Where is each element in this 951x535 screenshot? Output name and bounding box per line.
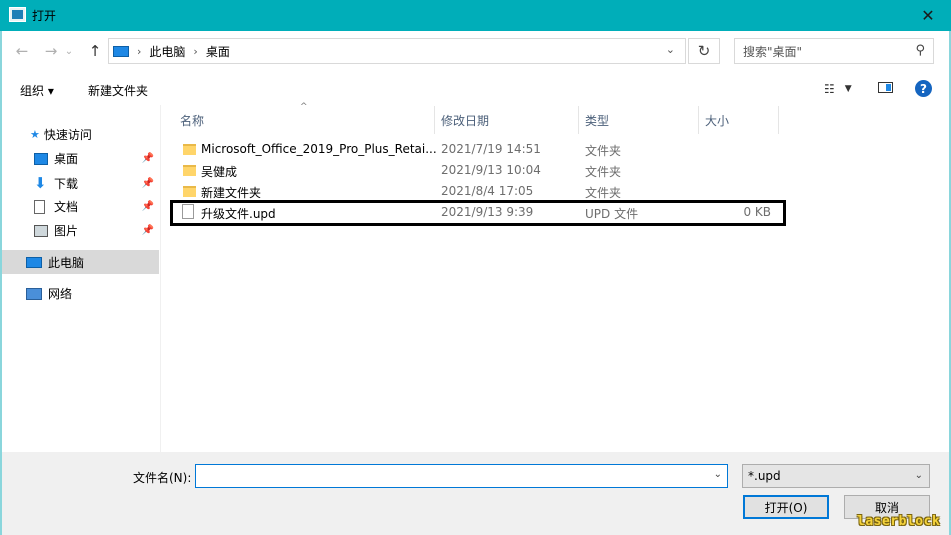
chevron-down-icon: ▼	[844, 84, 852, 94]
sidebar-item-documents[interactable]: 文档 📌	[34, 198, 158, 215]
pin-icon[interactable]: 📌	[142, 178, 154, 189]
file-name: 吴健成	[201, 165, 238, 179]
breadcrumb-this-pc[interactable]: 此电脑	[149, 43, 185, 60]
filetype-value: *.upd	[748, 469, 781, 483]
breadcrumb-desktop[interactable]: 桌面	[206, 43, 230, 60]
search-box[interactable]: ⚲	[734, 38, 934, 65]
organize-button[interactable]: 组织 ▾	[20, 82, 54, 99]
column-header-size[interactable]: 大小	[705, 112, 729, 129]
up-button[interactable]: ↑	[84, 40, 106, 62]
sort-ascending-icon: ^	[300, 102, 308, 112]
sidebar-item-label: 此电脑	[48, 255, 85, 270]
file-name: 新建文件夹	[201, 186, 262, 200]
arrow-right-icon: →	[44, 42, 58, 60]
file-type: 文件夹	[585, 165, 622, 179]
file-name: Microsoft_Office_2019_Pro_Plus_Retai...	[201, 142, 437, 156]
chevron-right-icon: ›	[137, 44, 142, 58]
chevron-down-icon: ⌄	[914, 470, 923, 481]
chevron-down-icon[interactable]: ⌄	[666, 43, 675, 56]
file-date: 2021/9/13 10:04	[441, 163, 541, 177]
folder-icon	[183, 144, 196, 155]
list-item[interactable]: 吴健成 2021/9/13 10:04 文件夹	[176, 160, 780, 181]
title-bar	[0, 0, 951, 31]
list-item[interactable]: Microsoft_Office_2019_Pro_Plus_Retai... …	[176, 139, 780, 160]
pin-icon[interactable]: 📌	[142, 153, 154, 164]
sidebar-item-label: 文档	[54, 200, 79, 214]
recent-locations-button[interactable]: ⌄	[62, 40, 76, 62]
search-input[interactable]	[735, 39, 915, 65]
address-bar[interactable]: › 此电脑 › 桌面 ⌄	[108, 38, 686, 64]
chevron-right-icon: ›	[193, 44, 198, 58]
watermark: laserblock	[857, 514, 941, 529]
help-icon: ?	[920, 81, 927, 96]
pane-divider	[160, 105, 161, 452]
sidebar-item-desktop[interactable]: 桌面 📌	[34, 150, 158, 167]
sidebar-item-this-pc[interactable]: 此电脑	[2, 250, 159, 274]
sidebar-item-pictures[interactable]: 图片 📌	[34, 222, 158, 239]
app-icon	[9, 7, 26, 22]
column-divider[interactable]	[434, 106, 435, 134]
picture-icon	[34, 224, 48, 237]
open-button[interactable]: 打开(O)	[743, 495, 829, 519]
list-item[interactable]: 新建文件夹 2021/8/4 17:05 文件夹	[176, 181, 780, 202]
desktop-icon	[34, 152, 48, 165]
sidebar-item-label: 网络	[48, 287, 73, 301]
sidebar-item-label: 下载	[54, 176, 79, 191]
download-icon: ⬇	[34, 174, 47, 192]
folder-icon	[183, 165, 196, 176]
annotation-highlight-box	[170, 200, 786, 226]
computer-icon	[113, 45, 129, 57]
chevron-down-icon[interactable]: ⌄	[714, 469, 722, 480]
file-type: 文件夹	[585, 144, 622, 158]
file-date: 2021/7/19 14:51	[441, 142, 541, 156]
navigation-pane: ★ 快速访问 桌面 📌 ⬇ 下载 📌 文档 📌 图片 📌 此电脑 网络	[2, 105, 160, 452]
star-icon: ★	[30, 128, 40, 141]
change-view-button[interactable]: ☷ ▼	[824, 80, 862, 98]
column-header-date[interactable]: 修改日期	[441, 112, 489, 129]
pin-icon[interactable]: 📌	[142, 225, 154, 236]
column-header-name[interactable]: 名称	[180, 112, 204, 129]
column-divider[interactable]	[578, 106, 579, 134]
document-icon	[34, 199, 45, 214]
preview-pane-button[interactable]	[878, 80, 896, 96]
column-divider[interactable]	[698, 106, 699, 134]
window-title: 打开	[32, 9, 57, 23]
folder-icon	[183, 186, 196, 197]
pin-icon[interactable]: 📌	[142, 201, 154, 212]
sidebar-item-network[interactable]: 网络	[26, 285, 72, 302]
search-icon[interactable]: ⚲	[915, 43, 925, 58]
forward-button[interactable]: →	[40, 40, 62, 62]
back-button[interactable]: ←	[11, 40, 33, 62]
sidebar-item-label: 快速访问	[43, 128, 92, 142]
file-date: 2021/8/4 17:05	[441, 184, 534, 198]
computer-icon	[26, 256, 42, 268]
sidebar-item-label: 桌面	[54, 152, 79, 166]
filetype-select[interactable]: *.upd ⌄	[742, 464, 930, 488]
network-icon	[26, 287, 42, 300]
filename-field[interactable]: ⌄	[195, 464, 728, 489]
sidebar-item-quick-access[interactable]: ★ 快速访问	[30, 126, 92, 143]
close-icon: ✕	[921, 6, 935, 25]
file-type: 文件夹	[585, 186, 622, 200]
refresh-button[interactable]: ↻	[688, 38, 720, 64]
filename-input[interactable]	[196, 465, 707, 489]
preview-pane-icon	[878, 82, 893, 93]
close-button[interactable]: ✕	[905, 0, 951, 31]
arrow-up-icon: ↑	[88, 42, 102, 60]
help-button[interactable]: ?	[915, 80, 932, 97]
arrow-left-icon: ←	[15, 42, 29, 60]
chevron-down-icon: ⌄	[64, 45, 74, 57]
sidebar-item-downloads[interactable]: ⬇ 下载 📌	[34, 174, 158, 192]
details-view-icon: ☷	[824, 82, 835, 96]
column-divider[interactable]	[778, 106, 779, 134]
filename-label: 文件名(N):	[133, 471, 192, 485]
new-folder-button[interactable]: 新建文件夹	[88, 82, 148, 99]
column-header-type[interactable]: 类型	[585, 112, 609, 129]
refresh-icon: ↻	[697, 42, 711, 60]
sidebar-item-label: 图片	[54, 224, 79, 238]
